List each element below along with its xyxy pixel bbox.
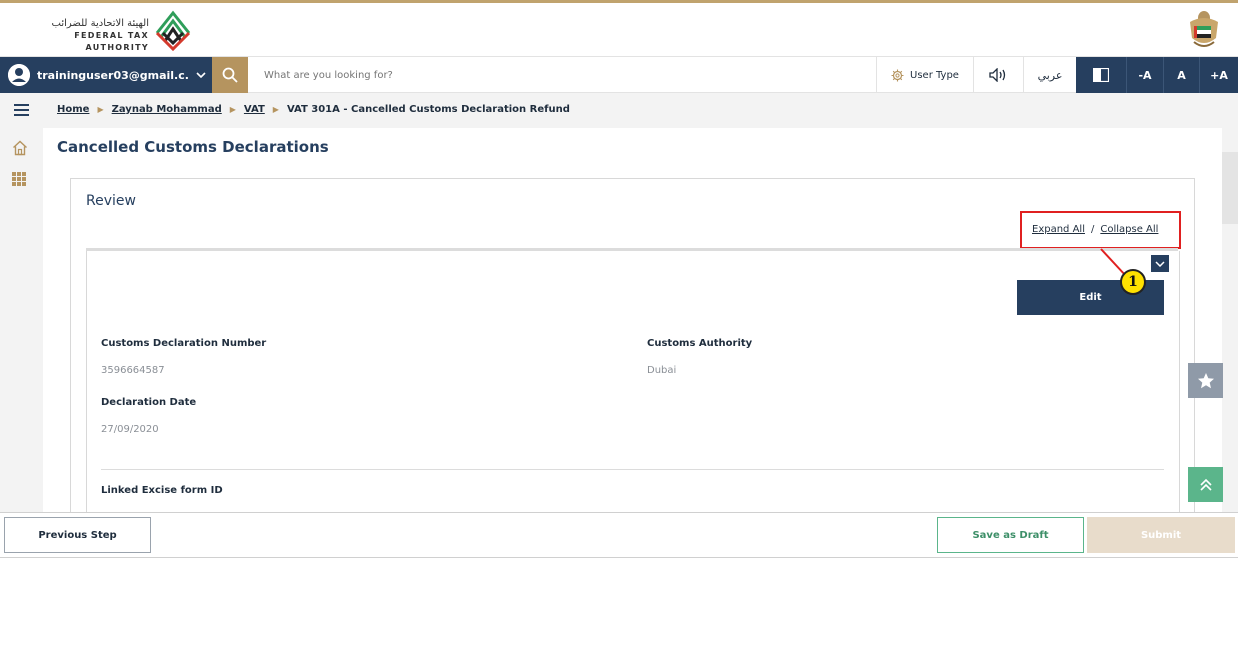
footer-action-bar: Previous Step Save as Draft Submit <box>0 512 1238 558</box>
user-avatar-icon <box>8 64 30 86</box>
customs-declaration-panel <box>86 251 1180 513</box>
breadcrumb-current: VAT 301A - Cancelled Customs Declaration… <box>286 104 570 115</box>
search-button[interactable] <box>212 57 248 93</box>
save-as-draft-button[interactable]: Save as Draft <box>937 517 1084 553</box>
field-divider <box>101 469 1164 470</box>
declaration-date-label: Declaration Date <box>101 397 197 408</box>
scroll-to-top-button[interactable] <box>1188 467 1223 502</box>
breadcrumb-vat[interactable]: VAT <box>244 104 265 115</box>
speaker-icon <box>988 68 1005 82</box>
submit-button[interactable]: Submit <box>1087 517 1235 553</box>
user-type-label: User Type <box>910 69 959 81</box>
fta-logo-text[interactable]: الهيئة الاتحادية للضرائب FEDERAL TAX AUT… <box>17 17 149 54</box>
breadcrumb-separator-icon: ▶ <box>272 105 279 114</box>
previous-step-button[interactable]: Previous Step <box>4 517 151 553</box>
fta-logo-icon[interactable] <box>149 7 197 53</box>
star-icon <box>1197 372 1214 388</box>
font-increase-button[interactable]: +A <box>1199 57 1238 93</box>
callout-highlight-box <box>1020 211 1181 249</box>
breadcrumb-user[interactable]: Zaynab Mohammad <box>112 104 222 115</box>
contrast-icon <box>1093 68 1109 82</box>
left-sidebar <box>0 128 43 512</box>
chevron-down-icon <box>190 70 212 81</box>
apps-grid-icon[interactable] <box>12 172 26 186</box>
panel-collapse-toggle[interactable] <box>1151 255 1169 272</box>
scrollbar-thumb[interactable] <box>1222 152 1238 224</box>
declaration-date-value: 27/09/2020 <box>101 424 159 435</box>
gear-icon <box>891 69 904 81</box>
customs-authority-value: Dubai <box>647 365 677 376</box>
chevron-down-icon <box>1155 260 1165 267</box>
header: الهيئة الاتحادية للضرائب FEDERAL TAX AUT… <box>0 3 1238 57</box>
double-chevron-up-icon <box>1199 478 1212 491</box>
utility-bar: traininguser03@gmail.c... User Type عربي… <box>0 57 1238 93</box>
breadcrumb-home[interactable]: Home <box>57 104 89 115</box>
user-email: traininguser03@gmail.c... <box>37 68 190 82</box>
logo-text-arabic: الهيئة الاتحادية للضرائب <box>51 18 149 29</box>
customs-declaration-number-label: Customs Declaration Number <box>101 338 267 349</box>
home-icon[interactable] <box>12 140 28 156</box>
favorite-button[interactable] <box>1188 363 1223 398</box>
breadcrumb-separator-icon: ▶ <box>97 105 104 114</box>
language-toggle[interactable]: عربي <box>1023 57 1076 93</box>
search-icon <box>222 67 238 83</box>
callout-number-badge: 1 <box>1120 269 1146 295</box>
user-type-button[interactable]: User Type <box>876 57 973 93</box>
font-decrease-button[interactable]: -A <box>1126 57 1163 93</box>
linked-excise-form-label: Linked Excise form ID <box>101 485 223 496</box>
customs-declaration-number-value: 3596664587 <box>101 365 165 376</box>
contrast-toggle-button[interactable] <box>1076 57 1126 93</box>
review-title: Review <box>86 193 136 209</box>
font-reset-button[interactable]: A <box>1163 57 1199 93</box>
audio-reader-button[interactable] <box>973 57 1023 93</box>
user-account-dropdown[interactable]: traininguser03@gmail.c... <box>0 57 212 93</box>
search-input[interactable] <box>250 57 870 93</box>
breadcrumb-bar: Home ▶ Zaynab Mohammad ▶ VAT ▶ VAT 301A … <box>0 93 1238 128</box>
page-title: Cancelled Customs Declarations <box>57 138 329 156</box>
uae-emblem-icon <box>1190 11 1218 47</box>
breadcrumb-separator-icon: ▶ <box>229 105 236 114</box>
breadcrumb: Home ▶ Zaynab Mohammad ▶ VAT ▶ VAT 301A … <box>57 104 570 115</box>
hamburger-menu-icon[interactable] <box>14 104 29 116</box>
logo-text-english: FEDERAL TAX AUTHORITY <box>74 31 149 52</box>
customs-authority-label: Customs Authority <box>647 338 753 349</box>
